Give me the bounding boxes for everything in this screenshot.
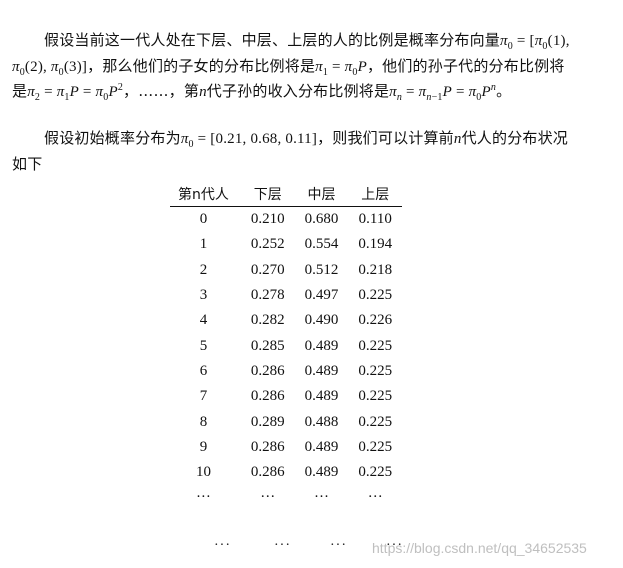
table-row: 3 0.278 0.497 0.225	[170, 283, 402, 308]
table-cell: 0.286	[250, 438, 285, 455]
table-cell: 7	[199, 388, 208, 405]
table-cell: 0.225	[358, 287, 393, 304]
text-segment: 代子孙的收入分布比例将是	[206, 82, 390, 100]
table-cell: 0.252	[250, 236, 285, 253]
table-cell: ···	[314, 489, 329, 506]
table-cell: 0.554	[304, 236, 339, 253]
table-row: 5 0.285 0.489 0.225	[170, 333, 402, 358]
table-cell: 0	[199, 211, 208, 228]
table-cell: 0.225	[358, 337, 393, 354]
paragraph-markov-distribution: 假设当前这一代人处在下层、中层、上层的人的比例是概率分布向量π0 = [π0(1…	[12, 31, 570, 103]
text-segment: 假设当前这一代人处在下层、中层、上层的人的比例是概率分布向量	[44, 31, 501, 49]
table-cell: 6	[199, 362, 208, 379]
text-segment: ，……，第	[123, 82, 200, 100]
ellipsis: ···	[274, 538, 291, 553]
table-cell: 0.225	[358, 362, 393, 379]
table-cell: 0.497	[304, 287, 339, 304]
table-cell: 0.488	[304, 413, 339, 430]
ellipsis: ···	[330, 538, 347, 553]
table-cell: 0.110	[358, 211, 392, 228]
table-cell: 0.285	[250, 337, 285, 354]
table-row: 7 0.286 0.489 0.225	[170, 384, 402, 409]
table-cell: 0.225	[358, 464, 393, 481]
table-cell: ···	[195, 489, 211, 506]
table-cell: 0.226	[358, 312, 393, 329]
table-cell: 0.225	[358, 413, 393, 430]
table-cell: 0.218	[358, 261, 393, 278]
table-cell: 0.489	[304, 464, 339, 481]
text-segment: 。	[496, 82, 512, 100]
table-row: 8 0.289 0.488 0.225	[170, 409, 402, 434]
table-cell: 9	[199, 438, 208, 455]
table-cell: 0.270	[250, 261, 285, 278]
table-cell: 0.680	[304, 211, 339, 228]
table-header-row: 第n代人 下层 中层 上层	[170, 182, 403, 207]
table-cell: 0.286	[250, 464, 285, 481]
table-row: 0 0.210 0.680 0.110	[170, 207, 402, 233]
table-cell: 10	[195, 464, 211, 481]
table-row: 2 0.270 0.512 0.218	[170, 258, 402, 283]
table-cell: 0.278	[250, 287, 285, 304]
text-segment: ，则我们可以计算前	[317, 129, 454, 147]
table-row: 4 0.282 0.490 0.226	[170, 308, 402, 333]
table-row: 10 0.286 0.489 0.225	[170, 460, 402, 485]
table-row: ··· ··· ··· ···	[170, 485, 402, 510]
table-cell: 0.489	[304, 337, 339, 354]
table-cell: 4	[199, 312, 208, 329]
header-upper: 上层	[348, 182, 403, 207]
table-body: 0 0.210 0.680 0.110 1 0.252 0.554 0.194 2 0.270 0.…	[170, 207, 402, 511]
table-cell: 8	[199, 413, 208, 430]
document-page: 假设当前这一代人处在下层、中层、上层的人的比例是概率分布向量π0 = [π0(1…	[0, 0, 623, 568]
table-cell: 0.489	[304, 388, 339, 405]
table-cell: ···	[260, 489, 276, 506]
table-cell: 2	[199, 261, 208, 278]
table-cell: 0.210	[250, 211, 285, 228]
math-pi0: π0	[500, 33, 513, 52]
table-cell: 0.512	[304, 261, 339, 278]
table-row: 1 0.252 0.554 0.194	[170, 232, 402, 257]
header-middle: 中层	[294, 182, 349, 207]
text-segment: ，那么他们的子女的分布比例将是	[87, 56, 316, 75]
table-cell: 0.282	[250, 312, 285, 329]
paragraph-initial-distribution: 假设初始概率分布为π0 = [0.21, 0.68, 0.11]，则我们可以计算…	[12, 129, 568, 173]
header-generation: 第n代人	[170, 182, 241, 207]
table-cell: 0.490	[304, 312, 339, 329]
table-cell: 0.289	[250, 413, 285, 430]
table-row: 9 0.286 0.489 0.225	[170, 435, 402, 460]
table-cell: 0.225	[358, 438, 393, 455]
table-cell: 0.489	[304, 362, 339, 379]
table-cell: 0.194	[358, 236, 393, 253]
table-cell: ···	[367, 489, 383, 506]
text-segment: 假设初始概率分布为	[44, 129, 181, 147]
generation-distribution-table: 第n代人 下层 中层 上层 0 0.210 0.680 0.110 1 0.252 0.55…	[170, 182, 403, 511]
ellipsis: ···	[214, 538, 231, 553]
table-cell: 0.286	[250, 388, 285, 405]
table-cell: 5	[199, 337, 208, 354]
table-cell: 1	[199, 236, 208, 253]
table-row: 6 0.286 0.489 0.225	[170, 359, 402, 384]
table-cell: 0.489	[304, 438, 339, 455]
watermark-url: https://blog.csdn.net/qq_34652535	[372, 540, 587, 556]
header-lower: 下层	[240, 182, 295, 207]
table-cell: 0.225	[358, 388, 393, 405]
table-cell: 0.286	[250, 362, 285, 379]
table-cell: 3	[199, 287, 208, 304]
